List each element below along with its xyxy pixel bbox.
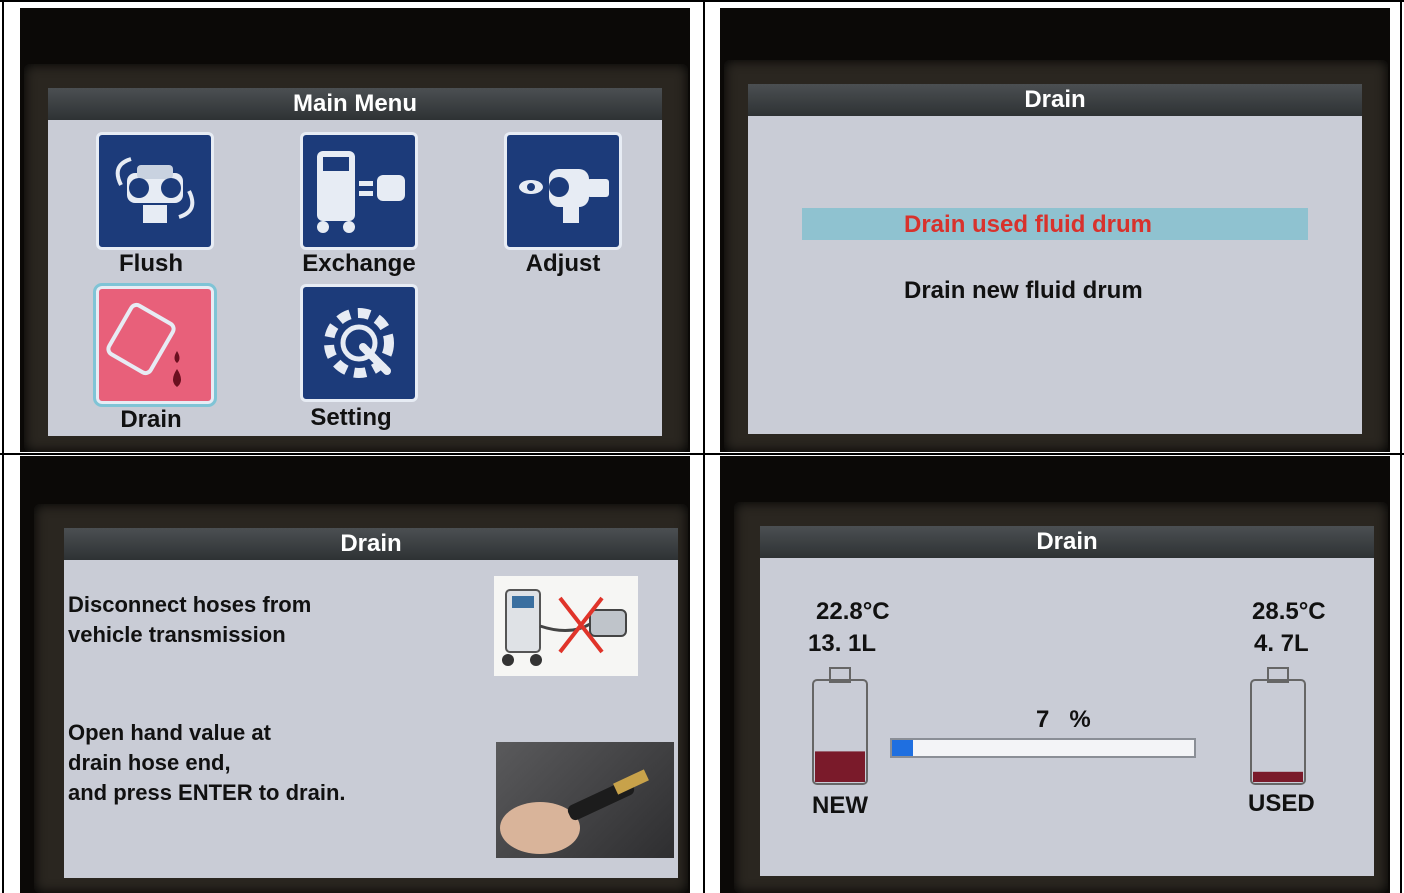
adjust-icon bbox=[519, 169, 609, 223]
flush-label: Flush bbox=[119, 250, 183, 277]
option-drain-new-fluid[interactable]: Drain new fluid drum bbox=[802, 274, 1308, 306]
grid-divider-vertical bbox=[703, 0, 705, 893]
instruction-disconnect-hoses: Disconnect hoses from vehicle transmissi… bbox=[68, 592, 312, 647]
grid-border-right bbox=[1400, 0, 1402, 893]
grid-border-top bbox=[0, 0, 1404, 2]
drain-tile[interactable] bbox=[93, 283, 217, 407]
new-fluid-bottle-icon bbox=[812, 667, 868, 785]
gear-wrench-icon bbox=[324, 308, 394, 378]
screen-title: Drain bbox=[760, 526, 1374, 558]
adjust-label: Adjust bbox=[525, 250, 601, 277]
used-drum-label: USED bbox=[1248, 790, 1315, 817]
grid-divider-horizontal bbox=[0, 453, 1404, 455]
new-drum-label: NEW bbox=[812, 792, 868, 819]
panel-drain-instructions: Drain Disconnect hoses from vehicle tran… bbox=[20, 456, 690, 893]
drain-progress-fill bbox=[892, 740, 914, 756]
drain-label: Drain bbox=[120, 406, 182, 433]
new-fluid-level bbox=[815, 751, 865, 782]
new-drum-volume: 13. 1L bbox=[808, 630, 877, 657]
panel-drain-options: Drain Drain used fluid drum Drain new fl… bbox=[720, 8, 1390, 452]
grid-border-left bbox=[2, 0, 4, 893]
option-drain-used-fluid[interactable]: Drain used fluid drum bbox=[802, 208, 1308, 240]
adjust-tile[interactable] bbox=[504, 132, 622, 250]
screen-title: Drain bbox=[64, 528, 678, 560]
option-label: Drain new fluid drum bbox=[904, 277, 1143, 304]
setting-label: Setting bbox=[310, 404, 392, 431]
flush-icon bbox=[115, 157, 195, 223]
panel-drain-progress: Drain 22.8°C 13. 1L NEW 7 % 28.5°C 4. 7L… bbox=[720, 456, 1390, 893]
screen-title: Main Menu bbox=[48, 88, 662, 120]
used-fluid-bottle-icon bbox=[1250, 667, 1306, 785]
disconnect-hose-image bbox=[494, 576, 638, 676]
screen-drain-instructions: Drain Disconnect hoses from vehicle tran… bbox=[64, 528, 678, 878]
progress-percent: 7 % bbox=[1036, 706, 1091, 733]
hand-valve-photo bbox=[496, 742, 674, 858]
exchange-label: Exchange bbox=[302, 250, 416, 277]
screen-drain-progress: Drain 22.8°C 13. 1L NEW 7 % 28.5°C 4. 7L… bbox=[760, 526, 1374, 876]
drain-progress-bar bbox=[890, 738, 1196, 758]
used-drum-temperature: 28.5°C bbox=[1252, 598, 1326, 625]
used-fluid-level bbox=[1253, 771, 1303, 782]
drain-drum-icon bbox=[106, 302, 181, 387]
instruction-open-valve: Open hand value at drain hose end, and p… bbox=[68, 720, 346, 805]
setting-tile[interactable] bbox=[300, 284, 418, 402]
flush-tile[interactable] bbox=[96, 132, 214, 250]
screen-drain-options: Drain Drain used fluid drum Drain new fl… bbox=[748, 84, 1362, 434]
exchange-machine-icon bbox=[317, 151, 405, 233]
screen-main-menu: Main Menu Flush Exchange Adjust Drain Se… bbox=[48, 88, 662, 436]
option-label: Drain used fluid drum bbox=[904, 211, 1153, 238]
screen-title: Drain bbox=[748, 84, 1362, 116]
exchange-tile[interactable] bbox=[300, 132, 418, 250]
panel-main-menu: Main Menu Flush Exchange Adjust Drain Se… bbox=[20, 8, 690, 452]
used-drum-volume: 4. 7L bbox=[1254, 630, 1309, 657]
new-drum-temperature: 22.8°C bbox=[816, 598, 890, 625]
